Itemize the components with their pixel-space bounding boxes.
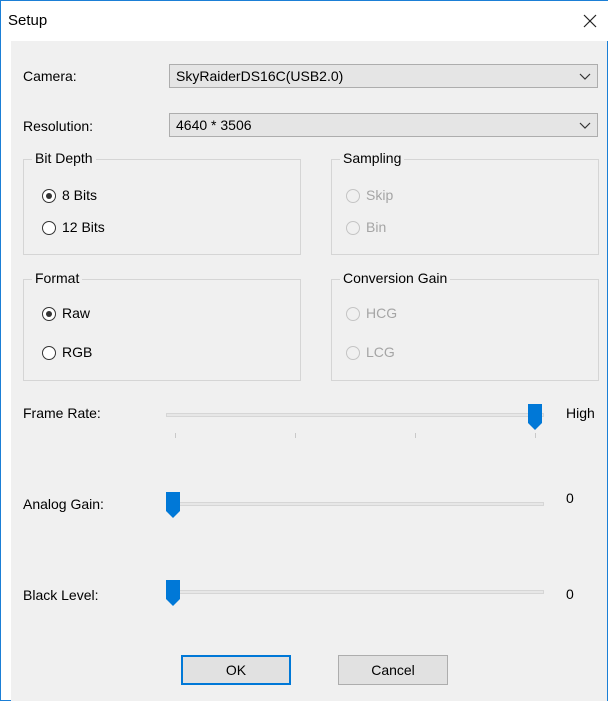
analog-gain-value: 0 [566,490,574,506]
frame-rate-thumb[interactable] [528,404,542,430]
analog-gain-label: Analog Gain: [23,496,104,512]
tick-mark [295,433,296,438]
title-bar[interactable]: Setup [1,1,609,41]
black-level-label: Black Level: [23,587,99,603]
camera-value: SkyRaiderDS16C(USB2.0) [176,68,344,84]
camera-select[interactable]: SkyRaiderDS16C(USB2.0) [169,64,598,88]
chevron-down-icon [579,73,591,80]
radio-lcg-label: LCG [366,344,395,360]
radio-bin [346,221,360,235]
radio-lcg [346,346,360,360]
conversion-gain-group: Conversion Gain HCG LCG [331,270,599,381]
sampling-title: Sampling [340,150,405,166]
tick-mark [415,433,416,438]
radio-8-bits[interactable] [42,189,56,203]
conversion-gain-title: Conversion Gain [340,270,451,286]
black-level-thumb[interactable] [166,580,180,606]
close-icon [583,14,597,28]
analog-gain-thumb[interactable] [166,492,180,518]
black-level-track[interactable] [166,590,544,594]
format-title: Format [32,270,83,286]
frame-rate-value: High [566,405,595,421]
resolution-label: Resolution: [23,118,94,134]
close-button[interactable] [575,7,605,35]
chevron-down-icon [579,122,591,129]
bit-depth-group: Bit Depth 8 Bits 12 Bits [23,150,301,255]
bit-depth-title: Bit Depth [32,150,96,166]
radio-12-bits[interactable] [42,221,56,235]
radio-12-bits-label[interactable]: 12 Bits [62,219,105,235]
radio-skip [346,189,360,203]
radio-skip-label: Skip [366,187,394,203]
resolution-select[interactable]: 4640 * 3506 [169,113,598,137]
resolution-value: 4640 * 3506 [176,117,252,133]
radio-raw-label[interactable]: Raw [62,305,90,321]
camera-label: Camera: [23,68,77,84]
frame-rate-track[interactable] [166,413,544,417]
tick-mark [535,433,536,438]
sampling-group: Sampling Skip Bin [331,150,599,255]
radio-8-bits-label[interactable]: 8 Bits [62,187,97,203]
radio-hcg-label: HCG [366,305,398,321]
radio-bin-label: Bin [366,219,387,235]
tick-mark [175,433,176,438]
black-level-value: 0 [566,586,574,602]
ok-button[interactable]: OK [181,655,291,685]
format-group: Format Raw RGB [23,270,301,381]
radio-rgb-label[interactable]: RGB [62,344,92,360]
setup-dialog: Setup Camera: SkyRaiderDS16C(USB2.0) Res… [0,0,609,701]
analog-gain-track[interactable] [166,502,544,506]
cancel-button[interactable]: Cancel [338,655,448,685]
window-title: Setup [8,12,48,29]
frame-rate-label: Frame Rate: [23,405,101,421]
radio-raw[interactable] [42,307,56,321]
radio-rgb[interactable] [42,346,56,360]
dialog-body: Camera: SkyRaiderDS16C(USB2.0) Resolutio… [11,41,607,701]
radio-hcg [346,307,360,321]
